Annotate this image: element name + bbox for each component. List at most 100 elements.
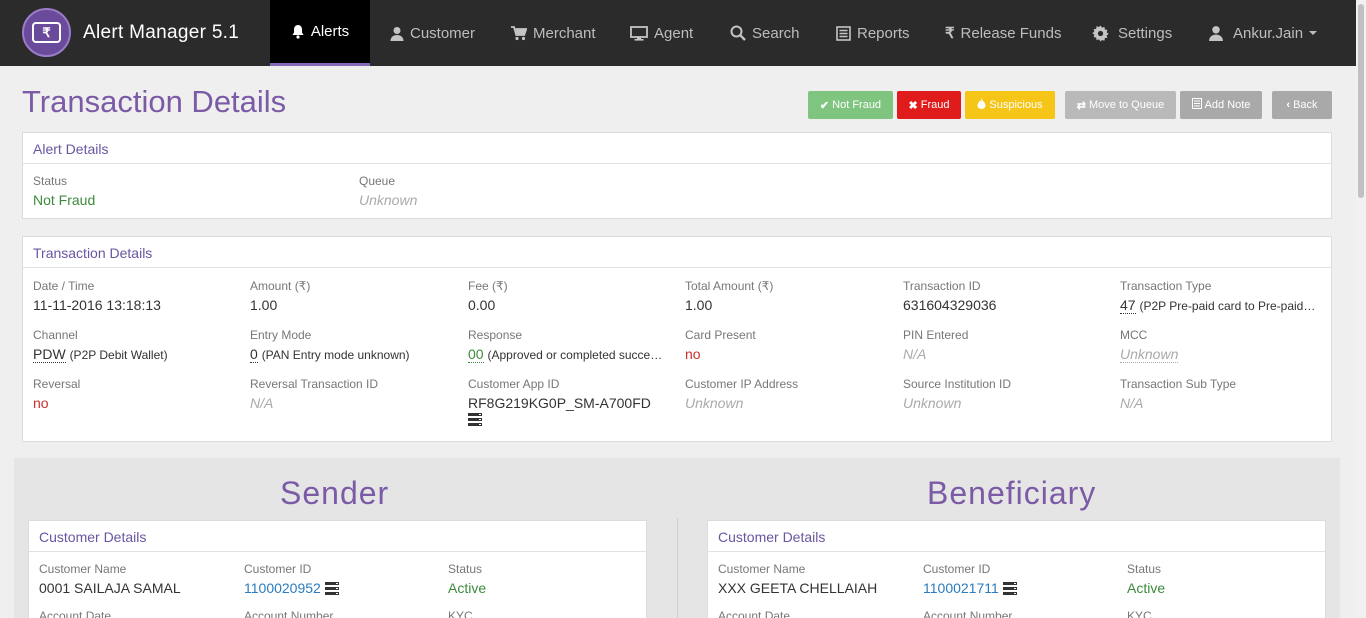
user-icon bbox=[1208, 25, 1224, 41]
nav-alerts[interactable]: Alerts bbox=[270, 0, 370, 66]
amount-label: Amount (₹) bbox=[250, 279, 311, 293]
amount-field: Amount (₹) 1.00 bbox=[250, 279, 310, 313]
exchange-icon: ⇄ bbox=[1076, 99, 1086, 112]
nav-release-funds[interactable]: ₹ Release Funds bbox=[945, 0, 1061, 66]
pin-entered-field: PIN Entered N/A bbox=[903, 328, 968, 362]
chevron-left-icon: ‹ bbox=[1286, 99, 1291, 111]
fraud-label: Fraud bbox=[920, 99, 950, 111]
channel-field: Channel PDW (P2P Debit Wallet) bbox=[33, 328, 168, 363]
beneficiary-id-link[interactable]: 1100021711 bbox=[923, 580, 999, 596]
alert-queue-value: Unknown bbox=[359, 192, 418, 208]
add-note-button[interactable]: Add Note bbox=[1180, 91, 1262, 119]
back-button[interactable]: ‹ Back bbox=[1272, 91, 1332, 119]
search-icon bbox=[730, 25, 746, 41]
sender-id-field: Customer ID 1100020952 bbox=[244, 562, 339, 597]
user-menu[interactable]: Ankur.Jain bbox=[1208, 0, 1318, 66]
server-icon[interactable] bbox=[324, 581, 339, 597]
alert-queue-label: Queue bbox=[359, 174, 396, 188]
brand[interactable]: ₹ Alert Manager 5.1 bbox=[22, 8, 239, 57]
fee-label: Fee (₹) bbox=[468, 279, 508, 293]
sender-name-field: Customer Name 0001 SAILAJA SAMAL bbox=[39, 562, 181, 596]
channel-code[interactable]: PDW bbox=[33, 346, 66, 363]
transaction-type-code[interactable]: 47 bbox=[1120, 297, 1136, 314]
customer-app-id-label: Customer App ID bbox=[468, 377, 560, 391]
response-label: Response bbox=[468, 328, 523, 342]
beneficiary-account-date-field: Account Date bbox=[718, 609, 790, 618]
nav-search[interactable]: Search bbox=[730, 0, 800, 66]
source-institution-label: Source Institution ID bbox=[903, 377, 1012, 391]
add-note-label: Add Note bbox=[1204, 99, 1251, 111]
transaction-details-panel: Transaction Details Date / Time 11-11-20… bbox=[22, 236, 1332, 442]
reversal-field: Reversal no bbox=[33, 377, 80, 411]
entry-mode-desc: (PAN Entry mode unknown) bbox=[261, 348, 410, 362]
move-to-queue-label: Move to Queue bbox=[1089, 99, 1165, 111]
page-scrollbar[interactable] bbox=[1356, 0, 1366, 618]
back-label: Back bbox=[1293, 99, 1318, 111]
fee-value: 0.00 bbox=[468, 297, 496, 313]
bell-icon bbox=[291, 24, 305, 39]
beneficiary-name-field: Customer Name XXX GEETA CHELLAIAH bbox=[718, 562, 877, 596]
alert-status-value: Not Fraud bbox=[33, 192, 96, 208]
nav-customer[interactable]: Customer bbox=[390, 0, 475, 66]
response-code[interactable]: 00 bbox=[468, 346, 484, 363]
channel-desc: (P2P Debit Wallet) bbox=[69, 348, 168, 362]
not-fraud-button[interactable]: ✔ Not Fraud bbox=[808, 91, 893, 119]
alert-details-heading: Alert Details bbox=[23, 133, 1331, 164]
entry-mode-label: Entry Mode bbox=[250, 328, 312, 342]
scrollbar-thumb[interactable] bbox=[1358, 4, 1364, 198]
sender-account-number-label: Account Number bbox=[244, 609, 334, 618]
cart-icon bbox=[511, 25, 527, 41]
nav-settings[interactable]: Settings bbox=[1092, 0, 1172, 66]
user-icon bbox=[390, 26, 404, 41]
transaction-subtype-label: Transaction Sub Type bbox=[1120, 377, 1237, 391]
transaction-id-field: Transaction ID 631604329036 bbox=[903, 279, 996, 313]
nav-agent[interactable]: Agent bbox=[630, 0, 693, 66]
fraud-button[interactable]: ✖ Fraud bbox=[897, 91, 961, 119]
sender-status-value: Active bbox=[448, 580, 487, 596]
list-icon bbox=[836, 25, 851, 41]
flame-icon bbox=[977, 98, 986, 112]
reversal-transaction-value: N/A bbox=[250, 395, 274, 411]
sender-status-label: Status bbox=[448, 562, 483, 576]
pin-entered-label: PIN Entered bbox=[903, 328, 969, 342]
monitor-icon bbox=[630, 25, 648, 41]
sender-id-label: Customer ID bbox=[244, 562, 312, 576]
customer-ip-value: Unknown bbox=[685, 395, 744, 411]
entry-mode-field: Entry Mode 0 (PAN Entry mode unknown) bbox=[250, 328, 410, 363]
suspicious-button[interactable]: Suspicious bbox=[965, 91, 1055, 119]
date-time-label: Date / Time bbox=[33, 279, 95, 293]
date-time-field: Date / Time 11-11-2016 13:18:13 bbox=[33, 279, 161, 313]
alert-details-panel: Alert Details Status Not Fraud Queue Unk… bbox=[22, 132, 1332, 219]
move-to-queue-button[interactable]: ⇄ Move to Queue bbox=[1065, 91, 1176, 119]
alert-status-label: Status bbox=[33, 174, 68, 188]
entry-mode-code[interactable]: 0 bbox=[250, 346, 258, 363]
alert-status-field: Status Not Fraud bbox=[33, 174, 95, 208]
response-field: Response 00 (Approved or completed succe… bbox=[468, 328, 662, 363]
pin-entered-value: N/A bbox=[903, 346, 927, 362]
transaction-type-desc: (P2P Pre-paid card to Pre-paid… bbox=[1139, 299, 1316, 313]
nav-reports[interactable]: Reports bbox=[836, 0, 910, 66]
beneficiary-status-field: Status Active bbox=[1127, 562, 1165, 596]
nav-reports-label: Reports bbox=[857, 24, 910, 42]
caret-down-icon bbox=[1309, 31, 1318, 35]
amount-value: 1.00 bbox=[250, 297, 278, 313]
note-icon bbox=[1191, 98, 1202, 112]
sender-id-link[interactable]: 1100020952 bbox=[244, 580, 321, 596]
sender-customer-heading: Customer Details bbox=[29, 521, 646, 552]
server-icon[interactable] bbox=[468, 413, 482, 428]
beneficiary-kyc-label: KYC bbox=[1127, 609, 1152, 618]
customer-app-id-value: RF8G219KG0P_SM-A700FD bbox=[468, 395, 651, 411]
sender-name-label: Customer Name bbox=[39, 562, 127, 576]
beneficiary-title: Beneficiary bbox=[927, 475, 1097, 511]
server-icon[interactable] bbox=[1002, 581, 1017, 597]
mcc-field: MCC Unknown bbox=[1120, 328, 1179, 363]
gear-icon bbox=[1092, 25, 1109, 42]
mcc-value[interactable]: Unknown bbox=[1120, 346, 1179, 363]
beneficiary-account-number-field: Account Number bbox=[923, 609, 1012, 618]
beneficiary-kyc-field: KYC bbox=[1127, 609, 1152, 618]
transaction-id-label: Transaction ID bbox=[903, 279, 981, 293]
source-institution-value: Unknown bbox=[903, 395, 962, 411]
nav-merchant[interactable]: Merchant bbox=[511, 0, 596, 66]
user-name: Ankur.Jain bbox=[1233, 24, 1304, 42]
times-icon: ✖ bbox=[908, 99, 918, 112]
